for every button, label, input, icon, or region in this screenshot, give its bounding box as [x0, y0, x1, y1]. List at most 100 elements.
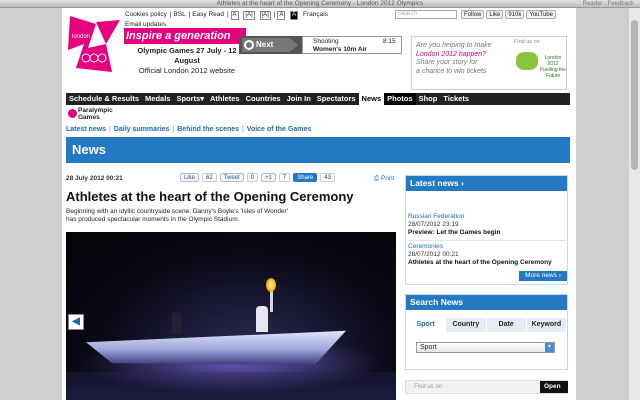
news-item-date: 28/07/2012 00:21	[408, 251, 459, 258]
news-item-date: 28/07/2012 23:19	[408, 221, 459, 228]
latest-news-title[interactable]: Latest news ›	[406, 176, 567, 191]
contrast-normal[interactable]: A	[277, 11, 286, 20]
window-title-bar: Athletes at the heart of the Opening Cer…	[0, 0, 640, 8]
select-arrow-icon[interactable]: ▾	[545, 343, 554, 352]
subnav-latest-news[interactable]: Latest news	[66, 126, 106, 133]
subnav-daily-summaries[interactable]: Daily summaries	[114, 126, 170, 133]
tab-keyword[interactable]: Keyword	[526, 318, 567, 332]
nav-news[interactable]: News	[358, 93, 385, 105]
sub-nav: Latest news | Daily summaries | Behind t…	[66, 126, 312, 133]
news-item[interactable]: Ceremonies 28/07/2012 00:21 Athletes at …	[408, 243, 566, 267]
paralympic-label-2: Games	[78, 114, 100, 121]
nav-join-in[interactable]: Join In	[284, 93, 314, 105]
next-event-name: Women's 10m Air	[313, 45, 367, 53]
tab-sport[interactable]: Sport	[406, 318, 447, 332]
search-input[interactable]: Search	[395, 10, 457, 19]
inspire-banner: Inspire a generation	[124, 28, 246, 44]
titlebar-corner: Reader · Feedback	[582, 1, 634, 7]
svg-text:london: london	[72, 34, 90, 40]
text-size-large[interactable]: [A]	[259, 11, 271, 20]
news-item-category[interactable]: Russian Federation	[408, 213, 566, 221]
web-page: london Cookies policy | BSL | Easy Read | A…	[62, 8, 576, 400]
nav-countries[interactable]: Countries	[243, 93, 284, 105]
like-count: 910k	[505, 10, 525, 19]
nav-spectators[interactable]: Spectators	[314, 93, 359, 105]
share-buttons: Like 62 Tweet 0 +1 7 Share 43	[180, 173, 335, 182]
print-icon: ⎙	[374, 175, 380, 182]
next-event-sport: Shooting	[313, 38, 339, 45]
article-date: 28 July 2012 00:21	[66, 175, 123, 182]
ad-find-us: Find us on	[514, 39, 540, 45]
text-size-small[interactable]: A	[230, 11, 239, 20]
news-item-category[interactable]: Ceremonies	[408, 243, 566, 251]
tweet-button[interactable]: Tweet	[219, 173, 244, 182]
nav-schedule[interactable]: Schedule & Results	[66, 93, 142, 105]
share-count: 43	[320, 173, 335, 182]
scrollbar[interactable]	[628, 8, 640, 400]
news-item-title[interactable]: Preview: Let the Games begin	[408, 229, 566, 237]
games-info: Olympic Games 27 July - 12 August Officia…	[124, 46, 250, 76]
email-updates-link[interactable]: Email updates	[125, 21, 166, 28]
print-link[interactable]: ⎙ Print	[374, 175, 394, 183]
games-dates: Olympic Games 27 July - 12 August	[137, 46, 237, 65]
twitter-follow-button[interactable]: Follow	[461, 10, 485, 19]
subnav-voice[interactable]: Voice of the Games	[247, 126, 311, 133]
next-circle-icon	[244, 40, 254, 50]
article-photo[interactable]	[66, 232, 396, 400]
plus-one-button[interactable]: +1	[261, 173, 276, 182]
search-news-tabs: Sport Country Date Keyword	[406, 318, 567, 332]
facebook-like-button[interactable]: Like	[486, 10, 504, 19]
ad-line-3: Share your story for	[416, 59, 478, 66]
article-headline: Athletes at the heart of the Opening Cer…	[66, 189, 354, 204]
sport-select[interactable]: Sport	[416, 342, 555, 353]
paralympic-label-1: Paralympic	[78, 107, 113, 114]
nav-sports[interactable]: Sports▾	[173, 93, 207, 105]
nav-photos[interactable]: Photos	[384, 93, 416, 105]
ad-text[interactable]: Are you helping to make London 2012 happe…	[416, 42, 506, 76]
torch-shape	[270, 290, 273, 312]
facebook-like-article[interactable]: Like	[180, 173, 200, 182]
tab-country[interactable]: Country	[446, 318, 487, 332]
share-button[interactable]: Share	[293, 173, 318, 182]
bp-caption: London 2012 Fuelling the Future	[540, 55, 566, 79]
ad-line-2: London 2012 happen?	[416, 50, 487, 58]
scrollbar-thumb[interactable]	[631, 20, 638, 170]
news-item[interactable]: Russian Federation 28/07/2012 23:19 Prev…	[408, 213, 566, 237]
tab-date[interactable]: Date	[486, 318, 527, 332]
francais-link[interactable]: Français	[303, 11, 328, 18]
flame-shape	[266, 278, 276, 292]
window-title: Athletes at the heart of the Opening Cer…	[216, 0, 424, 7]
intro-line-1: Beginning with an idyllic countryside sc…	[66, 208, 288, 215]
search-news-title: Search News	[406, 295, 567, 310]
more-news-button[interactable]: More news ›	[519, 271, 567, 281]
nav-medals[interactable]: Medals	[142, 93, 173, 105]
ad-line-1: Are you helping to make	[416, 42, 492, 49]
nav-tickets[interactable]: Tickets	[440, 93, 472, 105]
text-size-medium[interactable]: [A]	[243, 11, 255, 20]
easy-read-link[interactable]: Easy Read	[192, 11, 224, 18]
paralympic-link[interactable]: Paralympic Games	[66, 107, 136, 121]
ad-line-4: a chance to win tickets	[416, 67, 487, 75]
main-nav: Schedule & Results Medals Sports▾ Athlet…	[66, 93, 570, 105]
plus-one-count: 7	[278, 173, 291, 182]
gallery-prev-icon[interactable]: ◀	[68, 314, 84, 330]
nav-athletes[interactable]: Athletes	[207, 93, 243, 105]
cookies-link[interactable]: Cookies policy	[125, 11, 167, 18]
youtube-button[interactable]: YouTube	[526, 10, 556, 19]
news-item-title[interactable]: Athletes at the heart of the Opening Cer…	[408, 259, 566, 267]
torchbearer-figure	[256, 306, 268, 332]
london-2012-logo[interactable]: london	[66, 14, 124, 76]
print-label: Print	[381, 175, 395, 182]
contrast-high[interactable]: A	[290, 11, 299, 20]
open-button[interactable]: Open	[540, 381, 568, 393]
like-article-count: 62	[202, 173, 217, 182]
bp-logo-icon	[516, 52, 538, 70]
bsl-link[interactable]: BSL	[173, 11, 185, 18]
article-intro: Beginning with an idyllic countryside sc…	[66, 208, 398, 224]
driver-figure	[172, 312, 182, 334]
social-buttons: Follow Like 910k YouTube	[461, 10, 558, 19]
intro-line-2: has produced spectacular moments in the …	[66, 216, 240, 223]
subnav-behind-scenes[interactable]: Behind the scenes	[177, 126, 239, 133]
nav-shop[interactable]: Shop	[416, 93, 441, 105]
official-site-label: Official London 2012 website	[138, 66, 236, 75]
